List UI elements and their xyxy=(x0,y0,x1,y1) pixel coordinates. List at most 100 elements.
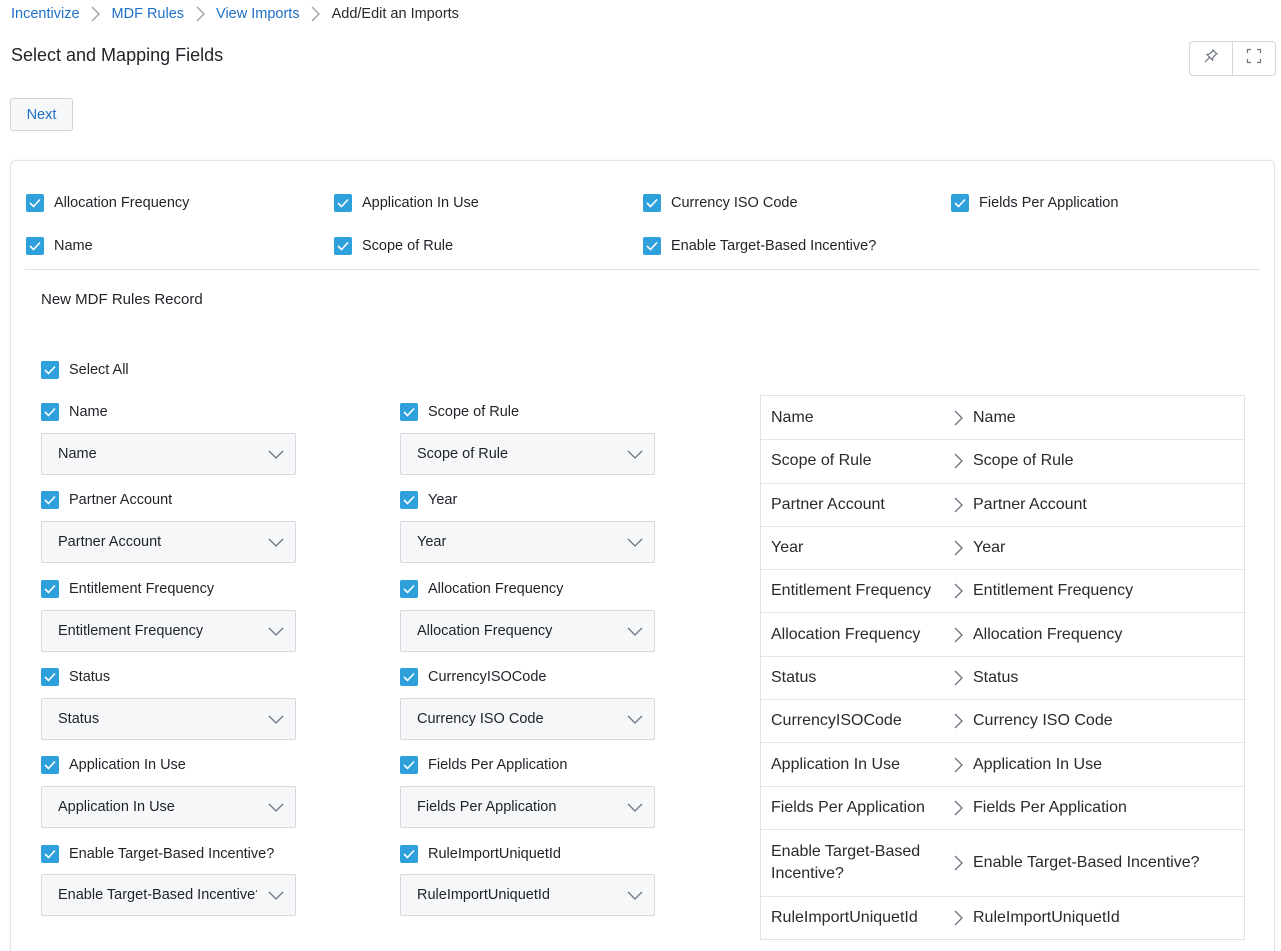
field-label: Fields Per Application xyxy=(428,757,568,773)
field-label: Status xyxy=(69,669,111,685)
mapping-table: Name Name Scope of Rule Scope of Rule Part… xyxy=(760,395,1245,941)
field-select-entitlement-frequency[interactable]: Entitlement Frequency xyxy=(41,610,296,652)
field-checkbox-status[interactable]: Status xyxy=(41,668,110,686)
field-select-status[interactable]: Status xyxy=(41,698,296,740)
chevron-down-icon xyxy=(616,538,654,547)
top-field-label: Allocation Frequency xyxy=(54,195,190,211)
mapping-target: RuleImportUniquetId xyxy=(973,909,1120,927)
checkmark-icon xyxy=(400,491,418,509)
breadcrumb: Incentivize MDF Rules View Imports Add/E… xyxy=(11,5,459,23)
field-checkbox-allocation-frequency[interactable]: Allocation Frequency xyxy=(400,580,563,598)
mapping-source: Year xyxy=(771,539,804,557)
mapping-target: Entitlement Frequency xyxy=(973,582,1134,600)
mapping-target: Application In Use xyxy=(973,755,1102,773)
mapping-target: Year xyxy=(973,539,1006,557)
top-field-checkbox[interactable]: Name xyxy=(26,237,93,255)
page-title: Select and Mapping Fields xyxy=(11,45,224,65)
checkmark-icon xyxy=(26,194,44,212)
field-checkbox-enable-target-based-incentive[interactable]: Enable Target-Based Incentive? xyxy=(41,845,274,863)
chevron-right-icon xyxy=(947,910,969,926)
top-field-label: Scope of Rule xyxy=(362,238,454,254)
field-select-enable-target-based-incentive[interactable]: Enable Target-Based Incentive? xyxy=(41,874,296,916)
breadcrumb-mdf-rules[interactable]: MDF Rules xyxy=(112,6,185,22)
chevron-right-icon xyxy=(80,6,112,22)
checkmark-icon xyxy=(41,491,59,509)
mapping-row: Year Year xyxy=(761,525,1244,569)
field-label: Enable Target-Based Incentive? xyxy=(69,846,275,862)
mapping-target: Currency ISO Code xyxy=(973,712,1113,730)
field-select-name[interactable]: Name xyxy=(41,433,296,475)
expand-icon xyxy=(1246,48,1262,69)
field-select-allocation-frequency[interactable]: Allocation Frequency xyxy=(400,610,655,652)
top-field-label: Currency ISO Code xyxy=(671,195,798,211)
chevron-down-icon xyxy=(257,891,295,900)
mapping-row: Enable Target-Based Incentive? Enable Tar… xyxy=(761,828,1244,896)
field-label: CurrencyISOCode xyxy=(428,669,547,685)
field-select-scope-of-rule[interactable]: Scope of Rule xyxy=(400,433,655,475)
top-field-checkbox[interactable]: Scope of Rule xyxy=(334,237,453,255)
chevron-down-icon xyxy=(616,627,654,636)
select-value: Allocation Frequency xyxy=(417,623,553,639)
top-field-label: Application In Use xyxy=(362,195,479,211)
select-value: Status xyxy=(58,711,100,727)
select-value: RuleImportUniquetId xyxy=(417,887,550,903)
field-select-ruleimportuniquetid[interactable]: RuleImportUniquetId xyxy=(400,874,655,916)
field-select-currencyisocode[interactable]: Currency ISO Code xyxy=(400,698,655,740)
top-field-checkbox[interactable]: Application In Use xyxy=(334,194,479,212)
chevron-right-icon xyxy=(300,6,332,22)
mapping-source: Partner Account xyxy=(771,495,885,513)
field-checkbox-ruleimportuniquetid[interactable]: RuleImportUniquetId xyxy=(400,845,561,863)
field-checkbox-entitlement-frequency[interactable]: Entitlement Frequency xyxy=(41,580,214,598)
breadcrumb-incentivize[interactable]: Incentivize xyxy=(11,6,80,22)
top-field-checkbox[interactable]: Currency ISO Code xyxy=(643,194,798,212)
top-field-label: Enable Target-Based Incentive? xyxy=(671,238,877,254)
top-field-checkbox[interactable]: Allocation Frequency xyxy=(26,194,189,212)
select-value: Partner Account xyxy=(58,534,162,550)
record-title: New MDF Rules Record xyxy=(41,291,203,308)
select-value: Name xyxy=(58,446,97,462)
field-checkbox-year[interactable]: Year xyxy=(400,491,457,509)
field-checkbox-partner-account[interactable]: Partner Account xyxy=(41,491,172,509)
chevron-right-icon xyxy=(947,497,969,513)
field-label: Entitlement Frequency xyxy=(69,581,215,597)
pin-button[interactable] xyxy=(1190,42,1232,75)
field-checkbox-scope-of-rule[interactable]: Scope of Rule xyxy=(400,403,519,421)
select-value: Enable Target-Based Incentive? xyxy=(58,887,257,903)
select-value: Scope of Rule xyxy=(417,446,509,462)
top-field-checkbox[interactable]: Fields Per Application xyxy=(951,194,1118,212)
field-label: Application In Use xyxy=(69,757,186,773)
field-select-fields-per-application[interactable]: Fields Per Application xyxy=(400,786,655,828)
field-label: Allocation Frequency xyxy=(428,581,564,597)
mapping-source: Allocation Frequency xyxy=(771,625,921,643)
next-button[interactable]: Next xyxy=(10,98,73,131)
mapping-row: Status Status xyxy=(761,655,1244,699)
select-value: Fields Per Application xyxy=(417,799,557,815)
checkmark-icon xyxy=(400,403,418,421)
checkmark-icon xyxy=(41,361,59,379)
mapping-row: Name Name xyxy=(761,396,1244,439)
field-checkbox-currencyisocode[interactable]: CurrencyISOCode xyxy=(400,668,546,686)
chevron-down-icon xyxy=(616,803,654,812)
checkmark-icon xyxy=(400,845,418,863)
breadcrumb-view-imports[interactable]: View Imports xyxy=(216,6,300,22)
field-label: Partner Account xyxy=(69,492,173,508)
select-all-checkbox[interactable]: Select All xyxy=(41,361,129,379)
field-checkbox-application-in-use[interactable]: Application In Use xyxy=(41,756,186,774)
field-select-year[interactable]: Year xyxy=(400,521,655,563)
chevron-down-icon xyxy=(257,803,295,812)
mapping-target: Partner Account xyxy=(973,495,1087,513)
chevron-down-icon xyxy=(257,715,295,724)
top-field-checkbox[interactable]: Enable Target-Based Incentive? xyxy=(643,237,876,255)
field-select-application-in-use[interactable]: Application In Use xyxy=(41,786,296,828)
field-checkbox-fields-per-application[interactable]: Fields Per Application xyxy=(400,756,567,774)
chevron-down-icon xyxy=(616,450,654,459)
field-checkbox-name[interactable]: Name xyxy=(41,403,108,421)
top-field-label: Name xyxy=(54,238,93,254)
mapping-source: Name xyxy=(771,408,814,426)
field-select-partner-account[interactable]: Partner Account xyxy=(41,521,296,563)
field-label: Scope of Rule xyxy=(428,404,520,420)
chevron-right-icon xyxy=(947,627,969,643)
mapping-source: Status xyxy=(771,668,817,686)
expand-button[interactable] xyxy=(1232,42,1275,75)
mapping-row: Allocation Frequency Allocation Frequency xyxy=(761,612,1244,655)
